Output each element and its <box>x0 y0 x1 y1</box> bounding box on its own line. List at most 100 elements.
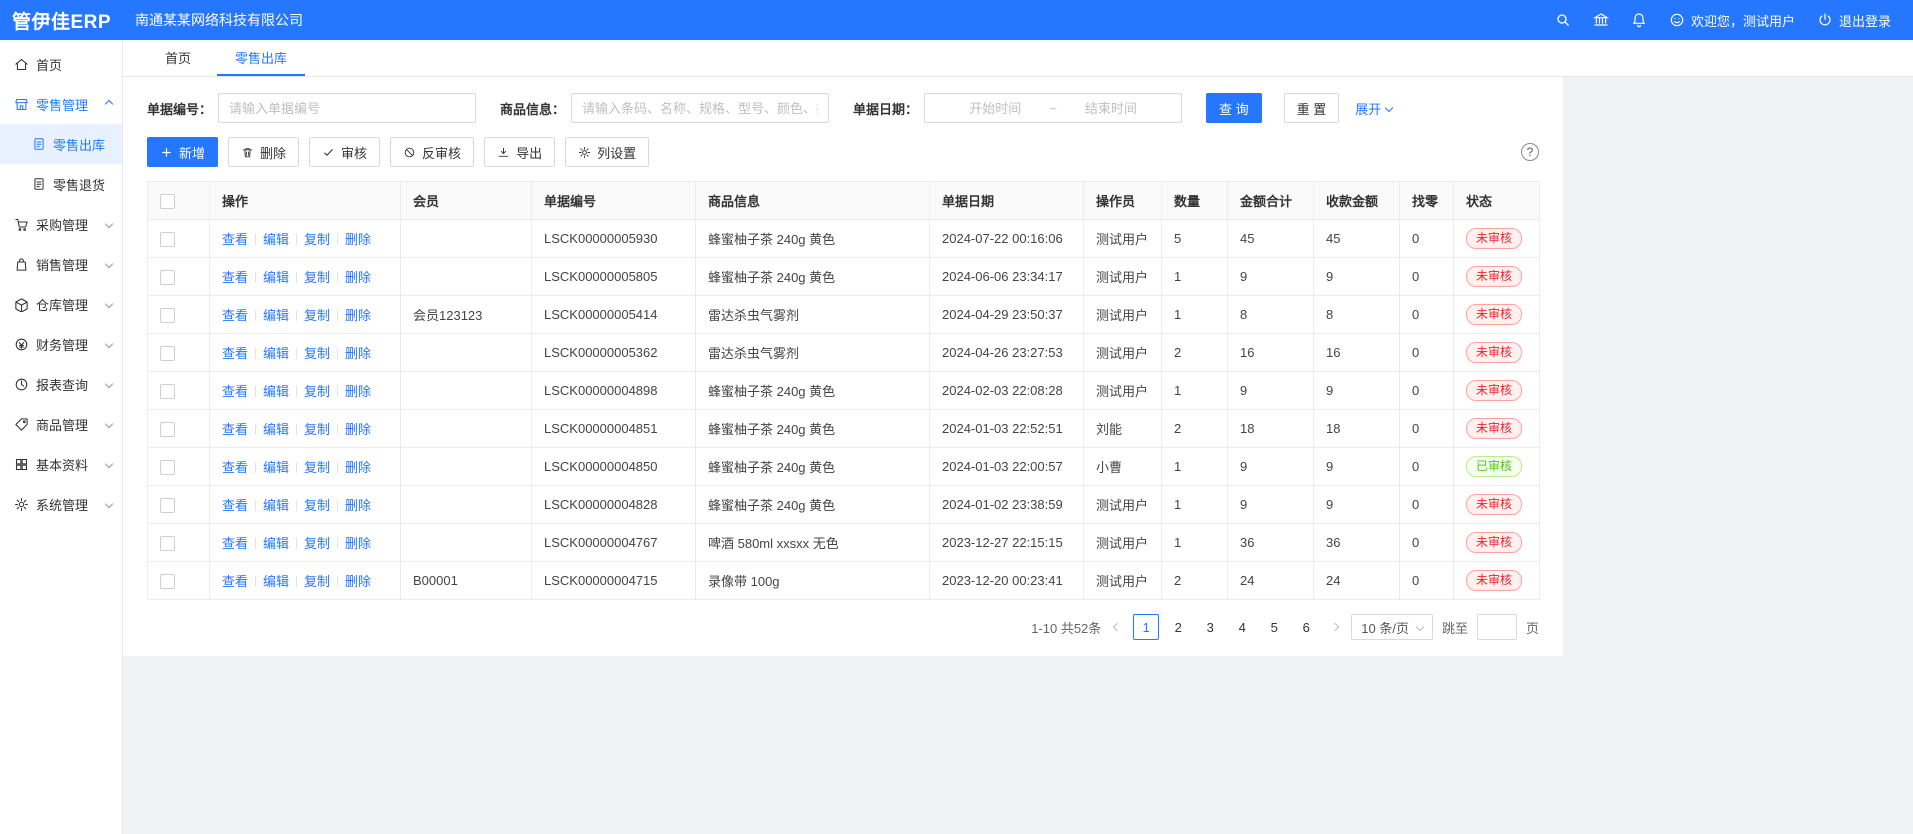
bank-icon[interactable] <box>1593 12 1609 28</box>
delete-link[interactable]: 删除 <box>345 232 371 247</box>
page-number-button[interactable]: 6 <box>1293 614 1319 640</box>
sidebar-item-retail-return[interactable]: 零售退货 <box>0 164 122 204</box>
view-link[interactable]: 查看 <box>222 308 248 323</box>
date-range-picker[interactable]: ~ <box>924 93 1182 123</box>
row-checkbox[interactable] <box>160 270 175 285</box>
view-link[interactable]: 查看 <box>222 232 248 247</box>
edit-link[interactable]: 编辑 <box>263 232 289 247</box>
sidebar-item-report-query[interactable]: 报表查询 <box>0 364 122 404</box>
goods-input[interactable] <box>571 93 829 123</box>
edit-link[interactable]: 编辑 <box>263 574 289 589</box>
row-checkbox[interactable] <box>160 574 175 589</box>
page-number-button[interactable]: 5 <box>1261 614 1287 640</box>
copy-link[interactable]: 复制 <box>304 422 330 437</box>
sidebar-item-retail-manage[interactable]: 零售管理 <box>0 84 122 124</box>
welcome-user[interactable]: 欢迎您，测试用户 <box>1669 11 1795 30</box>
copy-link[interactable]: 复制 <box>304 498 330 513</box>
sidebar-item-sales-manage[interactable]: 销售管理 <box>0 244 122 284</box>
unaudit-button[interactable]: 反审核 <box>390 137 474 167</box>
page-size-select[interactable]: 10 条/页 <box>1351 614 1433 640</box>
delete-link[interactable]: 删除 <box>345 346 371 361</box>
row-checkbox[interactable] <box>160 422 175 437</box>
view-link[interactable]: 查看 <box>222 498 248 513</box>
copy-link[interactable]: 复制 <box>304 270 330 285</box>
copy-link[interactable]: 复制 <box>304 574 330 589</box>
date-end-input[interactable] <box>1059 100 1163 117</box>
copy-link[interactable]: 复制 <box>304 384 330 399</box>
column-settings-button[interactable]: 列设置 <box>565 137 649 167</box>
page-number-button[interactable]: 2 <box>1165 614 1191 640</box>
sidebar-item-basic-data[interactable]: 基本资料 <box>0 444 122 484</box>
search-button[interactable]: 查 询 <box>1206 93 1262 123</box>
jump-page-input[interactable] <box>1477 614 1517 640</box>
row-checkbox[interactable] <box>160 498 175 513</box>
view-link[interactable]: 查看 <box>222 346 248 361</box>
bill-no-input[interactable] <box>218 93 476 123</box>
view-link[interactable]: 查看 <box>222 460 248 475</box>
view-link[interactable]: 查看 <box>222 422 248 437</box>
sidebar-item-finance-manage[interactable]: 财务管理 <box>0 324 122 364</box>
row-checkbox[interactable] <box>160 460 175 475</box>
edit-link[interactable]: 编辑 <box>263 346 289 361</box>
select-all-checkbox[interactable] <box>160 194 175 209</box>
delete-link[interactable]: 删除 <box>345 536 371 551</box>
help-icon[interactable]: ? <box>1521 143 1539 161</box>
edit-link[interactable]: 编辑 <box>263 308 289 323</box>
sidebar-item-warehouse-manage[interactable]: 仓库管理 <box>0 284 122 324</box>
page-number-button[interactable]: 4 <box>1229 614 1255 640</box>
bag-icon <box>14 257 29 272</box>
row-checkbox[interactable] <box>160 232 175 247</box>
expand-link[interactable]: 展开 <box>1355 99 1392 118</box>
sidebar-item-goods-manage[interactable]: 商品管理 <box>0 404 122 444</box>
sidebar-item-retail-outbound[interactable]: 零售出库 <box>0 124 122 164</box>
divider <box>296 386 297 397</box>
delete-link[interactable]: 删除 <box>345 270 371 285</box>
change-cell: 0 <box>1400 334 1454 372</box>
coin-icon <box>14 337 29 352</box>
delete-link[interactable]: 删除 <box>345 422 371 437</box>
prev-page-button[interactable] <box>1110 624 1124 630</box>
delete-link[interactable]: 删除 <box>345 498 371 513</box>
edit-link[interactable]: 编辑 <box>263 498 289 513</box>
page-number-button[interactable]: 1 <box>1133 614 1159 640</box>
sidebar-item-purchase-manage[interactable]: 采购管理 <box>0 204 122 244</box>
sidebar-item-system-manage[interactable]: 系统管理 <box>0 484 122 524</box>
audit-button[interactable]: 审核 <box>309 137 380 167</box>
sidebar-item-home[interactable]: 首页 <box>0 44 122 84</box>
copy-link[interactable]: 复制 <box>304 536 330 551</box>
copy-link[interactable]: 复制 <box>304 460 330 475</box>
add-button[interactable]: 新增 <box>147 137 218 167</box>
tab[interactable]: 首页 <box>147 40 209 76</box>
row-checkbox[interactable] <box>160 346 175 361</box>
divider <box>255 424 256 435</box>
row-checkbox[interactable] <box>160 536 175 551</box>
delete-button[interactable]: 删除 <box>228 137 299 167</box>
edit-link[interactable]: 编辑 <box>263 460 289 475</box>
edit-link[interactable]: 编辑 <box>263 422 289 437</box>
edit-link[interactable]: 编辑 <box>263 384 289 399</box>
delete-link[interactable]: 删除 <box>345 574 371 589</box>
bell-icon[interactable] <box>1631 12 1647 28</box>
tab[interactable]: 零售出库 <box>217 40 305 76</box>
logout-button[interactable]: 退出登录 <box>1817 11 1891 30</box>
view-link[interactable]: 查看 <box>222 574 248 589</box>
edit-link[interactable]: 编辑 <box>263 270 289 285</box>
delete-link[interactable]: 删除 <box>345 308 371 323</box>
edit-link[interactable]: 编辑 <box>263 536 289 551</box>
delete-link[interactable]: 删除 <box>345 460 371 475</box>
delete-link[interactable]: 删除 <box>345 384 371 399</box>
row-checkbox[interactable] <box>160 308 175 323</box>
reset-button[interactable]: 重 置 <box>1284 93 1340 123</box>
search-icon[interactable] <box>1555 12 1571 28</box>
view-link[interactable]: 查看 <box>222 270 248 285</box>
page-number-button[interactable]: 3 <box>1197 614 1223 640</box>
copy-link[interactable]: 复制 <box>304 308 330 323</box>
export-button[interactable]: 导出 <box>484 137 555 167</box>
row-checkbox[interactable] <box>160 384 175 399</box>
view-link[interactable]: 查看 <box>222 384 248 399</box>
copy-link[interactable]: 复制 <box>304 346 330 361</box>
next-page-button[interactable] <box>1328 624 1342 630</box>
copy-link[interactable]: 复制 <box>304 232 330 247</box>
date-start-input[interactable] <box>943 100 1047 117</box>
view-link[interactable]: 查看 <box>222 536 248 551</box>
